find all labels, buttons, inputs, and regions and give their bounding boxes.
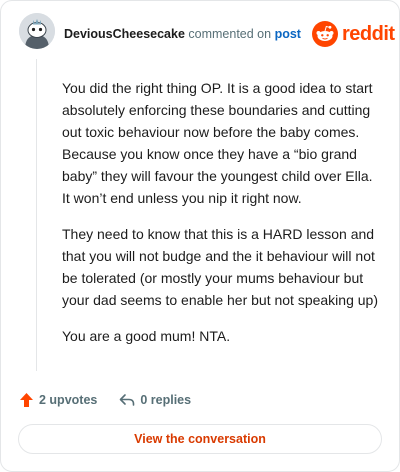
reply-arrow-icon (120, 394, 135, 406)
comment-paragraph: You are a good mum! NTA. (62, 328, 231, 344)
comment-header: DeviousCheesecake commented on post (64, 26, 301, 42)
username-link[interactable]: DeviousCheesecake (64, 27, 185, 41)
comment-paragraph: They need to know that this is a HARD le… (62, 226, 378, 308)
post-link[interactable]: post (275, 27, 301, 41)
reply-button[interactable]: 0 replies (119, 393, 191, 407)
reddit-wordmark: reddit (342, 22, 395, 45)
view-conversation-button[interactable]: View the conversation (18, 424, 382, 454)
comment-actions: 2 upvotes 0 replies (19, 390, 191, 410)
reddit-snoo-icon (312, 21, 338, 47)
upvote-arrow-icon (20, 393, 33, 407)
comment-body: You did the right thing OP. It is a good… (62, 77, 382, 361)
commented-on-text: commented on (188, 27, 272, 41)
comment-embed-card: DeviousCheesecake commented on post redd… (0, 0, 400, 472)
avatar[interactable] (19, 13, 55, 49)
reply-count: 0 replies (140, 393, 192, 407)
snoo-avatar-icon (19, 13, 55, 49)
upvote-count: 2 upvotes (39, 393, 98, 407)
reddit-logo[interactable]: reddit (312, 21, 395, 47)
comment-paragraph: You did the right thing OP. It is a good… (62, 80, 373, 206)
upvote-button[interactable]: 2 upvotes (19, 392, 97, 408)
thread-line (36, 59, 37, 371)
